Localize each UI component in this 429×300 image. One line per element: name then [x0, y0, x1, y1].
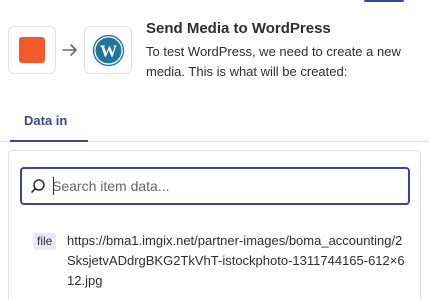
data-item-row: file https://bma1.imgix.net/partner-imag… [33, 231, 411, 291]
step-header: W Send Media to WordPress To test WordPr… [0, 0, 429, 98]
search-box[interactable] [20, 167, 410, 205]
data-item-value: https://bma1.imgix.net/partner-images/bo… [67, 233, 405, 288]
step-title: Send Media to WordPress [146, 20, 331, 37]
tab-bar: Data in [0, 98, 429, 142]
arrow-right-icon [61, 41, 79, 59]
app-root: W Send Media to WordPress To test WordPr… [0, 0, 429, 300]
step-description: To test WordPress, we need to create a n… [146, 44, 401, 79]
text-cursor [53, 177, 54, 195]
trigger-app-icon [19, 37, 45, 63]
wordpress-icon: W [92, 34, 124, 66]
trigger-app-tile [8, 26, 56, 74]
data-panel: file https://bma1.imgix.net/partner-imag… [8, 150, 421, 300]
action-app-tile: W [84, 26, 132, 74]
tab-data-in[interactable]: Data in [12, 98, 79, 142]
type-badge: file [33, 233, 57, 250]
svg-text:W: W [99, 41, 117, 60]
active-tab-indicator [10, 140, 88, 142]
search-icon [30, 178, 46, 194]
search-input[interactable] [52, 176, 397, 196]
